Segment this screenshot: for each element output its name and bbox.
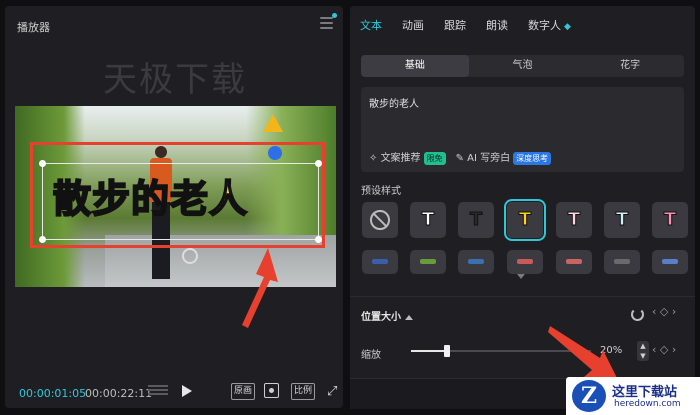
video-scene-sign: [263, 114, 283, 132]
site-logo: Z 这里下载站 heredown.com: [566, 377, 700, 415]
sub-tabs: 基础 气泡 花字: [361, 55, 684, 77]
preset-row2-4[interactable]: [507, 250, 543, 274]
focus-icon[interactable]: [264, 383, 279, 398]
logo-url: heredown.com: [614, 399, 681, 409]
preset-swatch: [517, 259, 533, 264]
preset-row2-5[interactable]: [556, 250, 592, 274]
copy-recommend-label: 文案推荐: [380, 153, 421, 164]
scale-keyframe-icon[interactable]: ‹ ◇ ›: [652, 343, 676, 356]
text-input[interactable]: 散步的老人 ✧ 文案推荐 限免 ✎ AI 写旁白 深度思考: [361, 87, 684, 172]
position-size-title[interactable]: 位置大小: [361, 308, 413, 323]
preset-swatch: [614, 259, 630, 264]
copy-recommend-button[interactable]: ✧ 文案推荐 限免: [369, 149, 446, 165]
ai-narration-label: AI 写旁白: [467, 153, 511, 164]
ban-icon: [370, 210, 390, 230]
player-panel: 播放器 天极下载 散步的老人 00:00:01:05 00:00:22:11 原…: [5, 6, 343, 408]
total-time: 00:00:22:11: [85, 387, 153, 400]
preset-style-1[interactable]: T: [410, 202, 446, 238]
fullscreen-icon[interactable]: ⤢: [327, 384, 337, 399]
diamond-icon: ◆: [564, 22, 571, 32]
tab-digital-human-label: 数字人: [528, 19, 561, 32]
text-input-value: 散步的老人: [369, 99, 419, 110]
current-time: 00:00:01:05: [19, 387, 87, 400]
property-tabs: 文本 动画 跟踪 朗读 数字人 ◆: [360, 17, 571, 33]
watermark-text: 天极下载: [103, 60, 247, 100]
annotation-highlight-box: [30, 142, 325, 248]
tab-digital-human[interactable]: 数字人 ◆: [528, 17, 571, 33]
scale-slider-knob[interactable]: [444, 345, 450, 357]
preset-style-3[interactable]: T: [504, 199, 546, 241]
scale-slider-fill: [411, 350, 447, 352]
sparkle-icon: ✧: [369, 153, 381, 164]
scale-label: 缩放: [361, 350, 381, 361]
logo-mark: Z: [572, 380, 606, 412]
preset-style-5[interactable]: T: [604, 202, 640, 238]
preset-row2-7[interactable]: [652, 250, 688, 274]
properties-panel: 文本 动画 跟踪 朗读 数字人 ◆ 基础 气泡 花字 散步的老人 ✧ 文案推荐 限免…: [350, 6, 695, 409]
rotate-handle-icon[interactable]: [182, 248, 198, 264]
preset-row2-2[interactable]: [410, 250, 446, 274]
annotation-arrow: [242, 248, 278, 328]
tab-text[interactable]: 文本: [360, 17, 382, 33]
notification-dot: [332, 13, 337, 18]
preset-swatch: [468, 259, 484, 264]
ratio-button[interactable]: 比例: [291, 383, 316, 400]
sub-tab-basic[interactable]: 基础: [361, 55, 469, 77]
scale-stepper[interactable]: ▲ ▼: [637, 341, 649, 361]
preset-swatch: [372, 259, 388, 264]
preset-row2-1[interactable]: [362, 250, 398, 274]
preset-style-6[interactable]: T: [652, 202, 688, 238]
timeline-icon[interactable]: [148, 385, 168, 399]
free-badge: 限免: [423, 152, 446, 165]
reset-icon[interactable]: [631, 308, 644, 321]
preset-style-2[interactable]: T: [458, 202, 494, 238]
preset-row2-3[interactable]: [458, 250, 494, 274]
preset-none[interactable]: [362, 202, 398, 238]
magic-pen-icon: ✎: [455, 153, 468, 164]
tab-animation[interactable]: 动画: [402, 17, 424, 33]
tab-read-aloud[interactable]: 朗读: [486, 17, 508, 33]
tab-tracking[interactable]: 跟踪: [444, 17, 466, 33]
preset-style-title: 预设样式: [361, 186, 401, 197]
preset-swatch: [662, 259, 678, 264]
collapse-triangle-icon: [405, 314, 413, 320]
original-quality-button[interactable]: 原画: [231, 383, 256, 400]
player-title: 播放器: [17, 21, 50, 34]
position-size-label: 位置大小: [361, 312, 401, 323]
divider: [350, 296, 695, 297]
preset-style-4[interactable]: T: [556, 202, 592, 238]
expand-chevron-icon[interactable]: [517, 274, 525, 279]
logo-title: 这里下载站: [612, 385, 678, 400]
preset-row2-6[interactable]: [604, 250, 640, 274]
sub-tab-bubble[interactable]: 气泡: [469, 55, 577, 77]
ai-narration-button[interactable]: ✎ AI 写旁白 深度思考: [456, 149, 552, 165]
text-tools: ✧ 文案推荐 限免 ✎ AI 写旁白 深度思考: [369, 149, 552, 165]
sub-tab-flower-text[interactable]: 花字: [576, 55, 684, 77]
preset-swatch: [420, 259, 436, 264]
preset-swatch: [566, 259, 582, 264]
play-icon[interactable]: [182, 385, 192, 397]
deep-think-badge: 深度思考: [513, 152, 552, 165]
keyframe-nav-icon[interactable]: ‹ ◇ ›: [652, 305, 676, 318]
menu-icon[interactable]: [320, 17, 333, 29]
